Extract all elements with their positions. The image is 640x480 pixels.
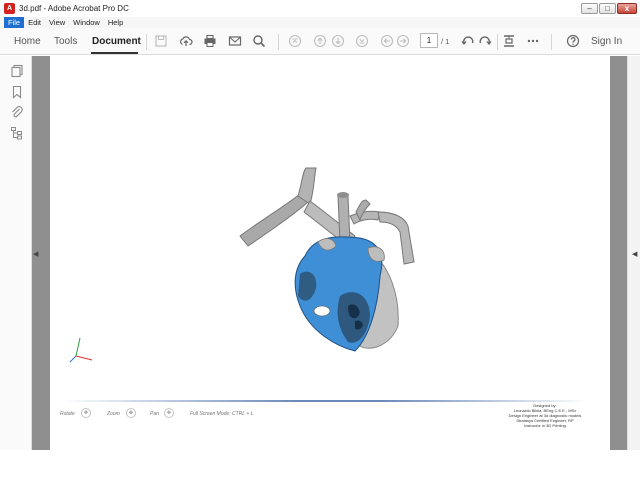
credits-line: Instructor in 3D Printing: [524, 423, 566, 428]
credits-block: Designed by: Leonardo Bikila, BEng C.E.E…: [500, 403, 590, 428]
bottom-blank-area: [0, 450, 640, 480]
rotate-mouse-icon: ✥: [81, 408, 91, 418]
minimize-button[interactable]: –: [581, 3, 598, 14]
sign-in-link[interactable]: Sign In: [591, 36, 622, 47]
rotate-counterclockwise-icon[interactable]: [461, 34, 475, 48]
email-icon[interactable]: [228, 34, 242, 48]
previous-view-icon[interactable]: [380, 34, 394, 48]
menu-edit[interactable]: Edit: [24, 17, 45, 28]
attachments-icon[interactable]: [10, 105, 24, 119]
window-title: 3d.pdf - Adobe Acrobat Pro DC: [19, 4, 129, 13]
rotate-clockwise-icon[interactable]: [478, 34, 492, 48]
toolbar-separator: [551, 34, 552, 50]
expand-right-pane-arrow-icon[interactable]: ◀: [632, 250, 638, 258]
tab-document[interactable]: Document: [92, 36, 141, 47]
toolbar-separator: [146, 34, 147, 50]
save-icon[interactable]: [154, 34, 168, 48]
tab-tools[interactable]: Tools: [54, 36, 77, 47]
rotate-hint-label: Rotate: [60, 411, 75, 417]
pan-hint-label: Pan: [150, 411, 159, 417]
more-options-icon[interactable]: [526, 34, 540, 48]
page-number-input[interactable]: 1: [420, 33, 438, 48]
3d-heart-model[interactable]: [230, 156, 440, 356]
next-view-icon[interactable]: [396, 34, 410, 48]
first-page-icon[interactable]: [288, 34, 302, 48]
help-icon[interactable]: [566, 34, 580, 48]
menu-help[interactable]: Help: [104, 17, 127, 28]
pdf-page: Rotate ✥ Zoom ✥ Pan ✥ Full Screen Mode: …: [50, 56, 610, 450]
model-tree-icon[interactable]: [10, 126, 24, 140]
menu-bar: File Edit View Window Help: [0, 17, 640, 28]
fullscreen-hint-label: Full Screen Mode: CTRL + L: [190, 411, 254, 417]
previous-page-icon[interactable]: [313, 34, 327, 48]
page-count: / 1: [441, 37, 450, 46]
search-icon[interactable]: [252, 34, 266, 48]
acrobat-pdf-icon: A: [4, 3, 15, 14]
next-page-icon[interactable]: [331, 34, 345, 48]
pan-mouse-icon: ✥: [164, 408, 174, 418]
tab-home[interactable]: Home: [14, 36, 41, 47]
toolbar-separator: [497, 34, 498, 50]
close-button[interactable]: x: [617, 3, 637, 14]
menu-view[interactable]: View: [45, 17, 69, 28]
fit-page-icon[interactable]: [502, 34, 516, 48]
3d-axes-triad-icon: [69, 337, 93, 363]
title-bar: A 3d.pdf - Adobe Acrobat Pro DC – □ x: [0, 0, 640, 17]
zoom-hint-label: Zoom: [107, 411, 120, 417]
collapse-left-pane-arrow-icon[interactable]: ◀: [33, 250, 39, 258]
zoom-mouse-icon: ✥: [126, 408, 136, 418]
toolbar-separator: [278, 34, 279, 50]
navigation-pane: [0, 56, 32, 450]
page-thumbnails-icon[interactable]: [10, 64, 24, 78]
main-toolbar: Home Tools Document 1 / 1 Sign In: [0, 28, 640, 55]
menu-window[interactable]: Window: [69, 17, 104, 28]
footer-divider: [60, 400, 590, 402]
bookmarks-icon[interactable]: [10, 85, 24, 99]
last-page-icon[interactable]: [355, 34, 369, 48]
print-icon[interactable]: [203, 34, 217, 48]
acrobat-window: A 3d.pdf - Adobe Acrobat Pro DC – □ x Fi…: [0, 0, 640, 480]
active-tab-indicator: [91, 52, 138, 54]
menu-file[interactable]: File: [4, 17, 25, 28]
maximize-button[interactable]: □: [599, 3, 616, 14]
cloud-upload-icon[interactable]: [179, 34, 193, 48]
